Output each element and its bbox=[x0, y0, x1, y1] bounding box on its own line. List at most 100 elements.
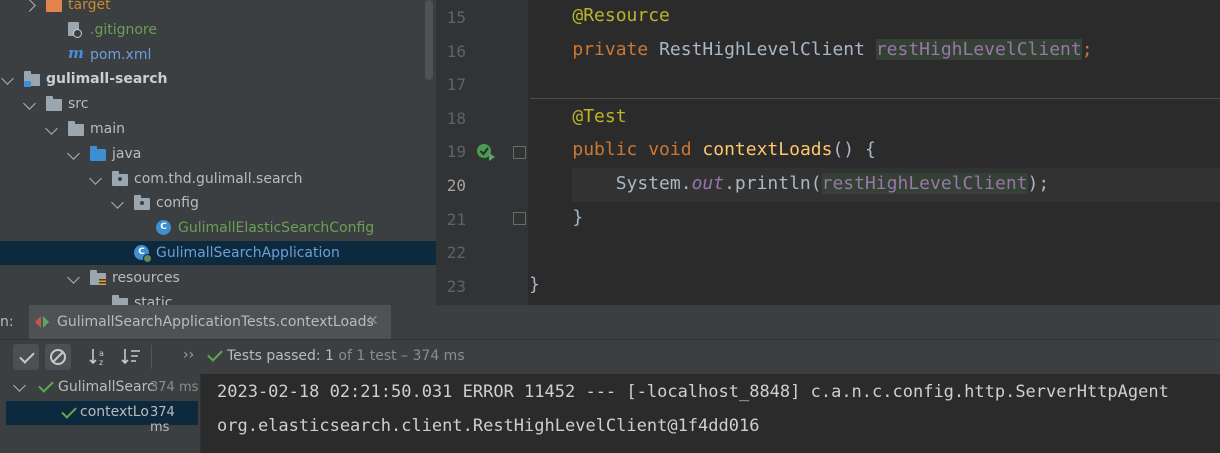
sort-alphabetically-icon[interactable]: a z bbox=[89, 348, 109, 366]
expand-arrow-icon[interactable] bbox=[13, 379, 26, 392]
code-token: void bbox=[648, 139, 703, 161]
code-line[interactable]: } bbox=[529, 274, 540, 295]
run-toolbar: a z ›› Tests passed: 1 of 1 test – 374 m… bbox=[0, 340, 1220, 374]
more-chevron-icon[interactable]: ›› bbox=[183, 347, 194, 363]
test-case-row[interactable]: contextLo 374 ms bbox=[6, 401, 198, 435]
fold-marker-icon[interactable] bbox=[513, 146, 526, 159]
tree-item[interactable]: config bbox=[0, 191, 436, 215]
line-number: 20 bbox=[446, 176, 466, 195]
test-case-time: 374 ms bbox=[150, 405, 175, 435]
gitignore-file-icon bbox=[68, 21, 82, 38]
tree-item-label: main bbox=[90, 121, 125, 137]
line-number: 22 bbox=[446, 243, 466, 263]
expand-arrow-icon[interactable] bbox=[89, 171, 102, 185]
tree-item-label: config bbox=[156, 195, 199, 212]
show-ignored-button[interactable] bbox=[45, 344, 71, 370]
maven-icon: m bbox=[68, 43, 84, 62]
line-number: 17 bbox=[446, 75, 466, 95]
tree-item-label: com.thd.gulimall.search bbox=[134, 170, 303, 187]
close-tab-icon[interactable]: ✕ bbox=[367, 313, 379, 329]
project-tree-scrollbar[interactable] bbox=[425, 0, 433, 80]
test-suite-row[interactable]: GulimallSearc 374 ms bbox=[0, 374, 200, 400]
project-tree[interactable]: target .gitignore m pom.xml gulimall-search s… bbox=[0, 0, 436, 305]
folder-icon bbox=[68, 121, 84, 136]
show-passed-button[interactable] bbox=[13, 344, 39, 370]
code-token: System. bbox=[529, 173, 692, 194]
fold-marker-icon[interactable] bbox=[513, 212, 526, 225]
line-number: 23 bbox=[446, 276, 466, 296]
code-token: @Resource bbox=[572, 5, 670, 26]
code-token: () { bbox=[832, 139, 876, 161]
check-icon bbox=[19, 348, 35, 364]
toolbar-separator bbox=[151, 345, 152, 369]
code-token: } bbox=[529, 206, 584, 228]
tree-item[interactable]: src bbox=[0, 92, 436, 116]
tree-item[interactable]: com.thd.gulimall.search bbox=[0, 167, 436, 191]
tree-item[interactable]: C GulimallElasticSearchConfig bbox=[0, 216, 436, 240]
collapse-arrow-icon[interactable] bbox=[23, 0, 36, 12]
code-line[interactable]: private RestHighLevelClient restHighLeve… bbox=[529, 38, 1093, 60]
svg-text:a: a bbox=[99, 349, 104, 358]
spring-app-class-icon: C bbox=[134, 245, 152, 263]
sort-by-duration-icon[interactable] bbox=[121, 348, 141, 366]
passed-check-icon bbox=[38, 377, 54, 393]
expand-arrow-icon[interactable] bbox=[67, 270, 80, 284]
package-icon bbox=[112, 170, 128, 186]
code-token: RestHighLevelClient bbox=[659, 38, 876, 60]
expand-arrow-icon[interactable] bbox=[111, 196, 124, 210]
tree-item-label: resources bbox=[112, 269, 180, 286]
tree-item-label: pom.xml bbox=[90, 46, 152, 63]
tree-item[interactable]: target bbox=[0, 0, 436, 17]
code-line[interactable]: @Resource bbox=[529, 5, 670, 26]
expand-arrow-icon[interactable] bbox=[45, 122, 58, 135]
test-suite-label: GulimallSearc bbox=[58, 379, 155, 395]
svg-text:z: z bbox=[99, 358, 103, 366]
code-token: ); bbox=[1027, 173, 1050, 194]
module-folder-icon bbox=[24, 71, 40, 88]
line-number: 15 bbox=[446, 8, 466, 27]
resources-folder-icon bbox=[90, 269, 106, 285]
class-icon: C bbox=[156, 220, 171, 236]
run-test-gutter-icon[interactable] bbox=[476, 142, 496, 162]
code-token: contextLoads bbox=[702, 139, 833, 161]
expand-arrow-icon[interactable] bbox=[67, 146, 80, 160]
run-tab[interactable]: GulimallSearchApplicationTests.contextLo… bbox=[29, 305, 391, 339]
tree-item-label: GulimallElasticSearchConfig bbox=[178, 220, 375, 237]
run-label: n: bbox=[0, 314, 14, 330]
code-token: restHighLevelClient bbox=[875, 38, 1082, 60]
tree-item[interactable]: .gitignore bbox=[0, 18, 436, 42]
tree-item-label: src bbox=[68, 96, 89, 113]
source-folder-icon bbox=[90, 145, 106, 161]
expand-arrow-icon[interactable] bbox=[23, 97, 36, 111]
method-separator bbox=[530, 98, 1220, 99]
tree-item[interactable]: m pom.xml bbox=[0, 43, 436, 67]
run-tab-label: GulimallSearchApplicationTests.contextLo… bbox=[57, 314, 374, 330]
line-number: 18 bbox=[446, 108, 466, 128]
status-count: 1 bbox=[325, 348, 334, 364]
code-token: restHighLevelClient bbox=[821, 173, 1028, 194]
code-token: .println( bbox=[724, 173, 822, 194]
tree-item[interactable]: C GulimallSearchApplication bbox=[0, 241, 436, 265]
code-line[interactable]: public void contextLoads() { bbox=[529, 139, 876, 161]
expand-arrow-icon[interactable] bbox=[1, 72, 14, 86]
console-line: org.elasticsearch.client.RestHighLevelCl… bbox=[217, 416, 760, 436]
passed-check-icon bbox=[61, 403, 77, 419]
console-line: 2023-02-18 02:21:50.031 ERROR 11452 --- … bbox=[217, 382, 1169, 402]
code-line[interactable]: @Test bbox=[529, 106, 626, 127]
test-case-label: contextLo bbox=[80, 404, 149, 420]
tree-item[interactable]: static bbox=[0, 291, 436, 305]
code-token: public bbox=[572, 139, 649, 161]
tree-item-label: static bbox=[134, 294, 173, 305]
code-line[interactable]: } bbox=[529, 207, 583, 228]
test-results-tree[interactable]: GulimallSearc 374 ms contextLo 374 ms bbox=[0, 374, 200, 453]
tree-item[interactable]: main bbox=[0, 117, 436, 141]
tree-item[interactable]: gulimall-search bbox=[0, 67, 436, 91]
code-line[interactable]: System.out.println(restHighLevelClient); bbox=[529, 173, 1049, 194]
test-suite-time: 374 ms bbox=[150, 380, 199, 395]
tree-item[interactable]: resources bbox=[0, 266, 436, 290]
line-number: 19 bbox=[446, 142, 466, 162]
tree-item[interactable]: java bbox=[0, 142, 436, 166]
